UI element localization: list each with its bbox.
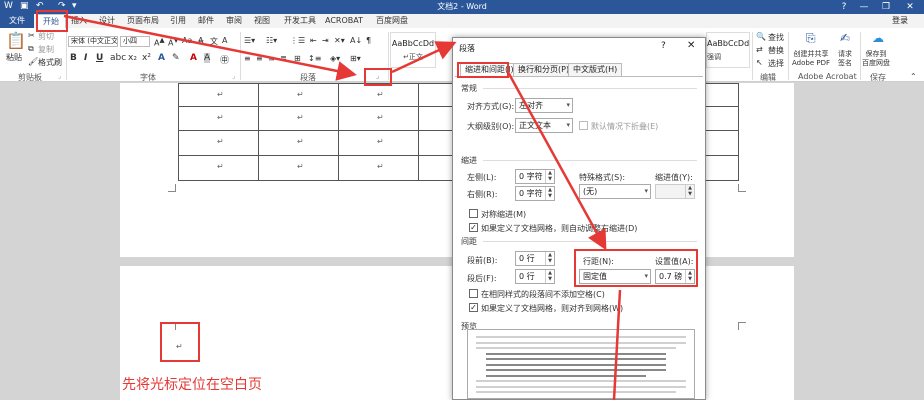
arrow-spacing-down: [612, 289, 622, 400]
arrow-tab-to-spacing: [506, 71, 607, 251]
arrow-launcher-to-dialog: [391, 41, 457, 74]
arrow-home-to-launcher: [63, 14, 357, 81]
annotation-arrows: [63, 14, 622, 400]
